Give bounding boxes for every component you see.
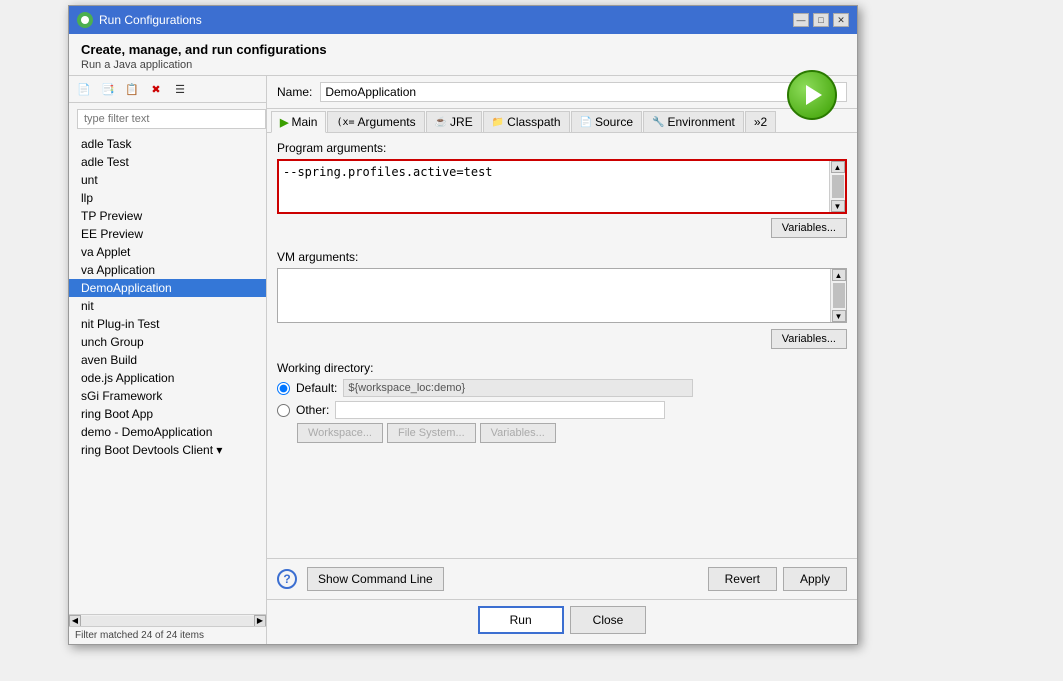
apply-button[interactable]: Apply bbox=[783, 567, 847, 591]
tab-more[interactable]: »2 bbox=[745, 111, 776, 132]
default-radio-row: Default: bbox=[277, 379, 847, 397]
show-cmdline-button[interactable]: Show Command Line bbox=[307, 567, 444, 591]
tab-jre[interactable]: ☕ JRE bbox=[426, 111, 482, 132]
vm-args-area: ▲ ▼ bbox=[277, 268, 847, 323]
right-panel: Name: ▶ Main (x= Arguments ☕ JRE bbox=[267, 76, 857, 644]
scroll-thumb bbox=[832, 175, 844, 198]
other-dir-buttons: Workspace... File System... Variables... bbox=[297, 423, 847, 443]
variables-button-2[interactable]: Variables... bbox=[771, 329, 847, 349]
list-item[interactable]: adle Task bbox=[69, 135, 266, 153]
tab-classpath-label: Classpath bbox=[507, 115, 560, 129]
variables-button-1[interactable]: Variables... bbox=[771, 218, 847, 238]
tab-main[interactable]: ▶ Main bbox=[271, 111, 326, 133]
other-radio-row: Other: bbox=[277, 401, 847, 419]
dialog-bottom: ? Show Command Line Revert Apply bbox=[267, 558, 857, 599]
list-item[interactable]: unch Group bbox=[69, 333, 266, 351]
scroll-thumb2 bbox=[833, 283, 845, 308]
vm-args-input[interactable] bbox=[278, 269, 830, 319]
run-close-row: Run Close bbox=[267, 599, 857, 644]
tab-arguments-label: Arguments bbox=[358, 115, 416, 129]
help-button[interactable]: ? bbox=[277, 569, 297, 589]
vm-args-scrollbar[interactable]: ▲ ▼ bbox=[830, 269, 846, 322]
tab-bar: ▶ Main (x= Arguments ☕ JRE 📁 Classpath bbox=[267, 109, 857, 133]
list-item[interactable]: ring Boot Devtools Client ▾ bbox=[69, 441, 266, 459]
config-list: adle Task adle Test unt llp TP Preview E… bbox=[69, 135, 266, 614]
tab-environment[interactable]: 🔧 Environment bbox=[643, 111, 744, 132]
tab-main-label: Main bbox=[291, 115, 317, 129]
tab-source[interactable]: 📄 Source bbox=[571, 111, 642, 132]
scroll-track bbox=[81, 616, 254, 626]
tab-classpath[interactable]: 📁 Classpath bbox=[483, 111, 570, 132]
filesystem-button[interactable]: File System... bbox=[387, 423, 476, 443]
dialog-titlebar: Run Configurations — □ ✕ bbox=[69, 6, 857, 34]
horizontal-scrollbar[interactable]: ◀ ▶ bbox=[69, 614, 266, 626]
other-radio-label: Other: bbox=[296, 403, 329, 417]
run-icon-area bbox=[787, 70, 837, 120]
run-config-icon bbox=[77, 12, 93, 28]
tab-source-label: Source bbox=[595, 115, 633, 129]
list-item-selected[interactable]: DemoApplication bbox=[69, 279, 266, 297]
workspace-button[interactable]: Workspace... bbox=[297, 423, 383, 443]
working-dir-label: Working directory: bbox=[277, 361, 847, 375]
tab-content-main: Program arguments: --spring.profiles.act… bbox=[267, 133, 857, 558]
variables-button-3[interactable]: Variables... bbox=[480, 423, 556, 443]
list-item[interactable]: nit bbox=[69, 297, 266, 315]
scroll-left-button[interactable]: ◀ bbox=[69, 615, 81, 627]
tab-arguments[interactable]: (x= Arguments bbox=[327, 111, 424, 132]
default-radio[interactable] bbox=[277, 382, 290, 395]
scroll-up-arrow2[interactable]: ▲ bbox=[832, 269, 846, 281]
left-toolbar: 📄 📑 📋 ✖ ☰ bbox=[69, 76, 266, 103]
tab-jre-label: JRE bbox=[450, 115, 473, 129]
close-window-button[interactable]: ✕ bbox=[833, 13, 849, 27]
other-dir-input[interactable] bbox=[335, 401, 665, 419]
tab-environment-label: Environment bbox=[667, 115, 734, 129]
revert-button[interactable]: Revert bbox=[708, 567, 777, 591]
program-args-input[interactable]: --spring.profiles.active=test bbox=[279, 161, 829, 206]
close-button[interactable]: Close bbox=[570, 606, 647, 634]
delete-config-button[interactable]: ✖ bbox=[145, 79, 167, 99]
duplicate-config-button[interactable]: 📑 bbox=[97, 79, 119, 99]
name-row: Name: bbox=[267, 76, 857, 109]
list-item[interactable]: unt bbox=[69, 171, 266, 189]
left-panel: 📄 📑 📋 ✖ ☰ adle Task adle Test unt llp TP… bbox=[69, 76, 267, 644]
minimize-button[interactable]: — bbox=[793, 13, 809, 27]
name-label: Name: bbox=[277, 85, 312, 99]
collapse-all-button[interactable]: ☰ bbox=[169, 79, 191, 99]
filter-input[interactable] bbox=[77, 109, 266, 129]
default-dir-input bbox=[343, 379, 693, 397]
list-item[interactable]: nit Plug-in Test bbox=[69, 315, 266, 333]
program-args-label: Program arguments: bbox=[277, 141, 847, 155]
list-item[interactable]: adle Test bbox=[69, 153, 266, 171]
maximize-button[interactable]: □ bbox=[813, 13, 829, 27]
scroll-down-arrow[interactable]: ▼ bbox=[831, 200, 845, 212]
new-config-button[interactable]: 📄 bbox=[73, 79, 95, 99]
list-item[interactable]: va Applet bbox=[69, 243, 266, 261]
list-item[interactable]: sGi Framework bbox=[69, 387, 266, 405]
list-item[interactable]: demo - DemoApplication bbox=[69, 423, 266, 441]
filter-status: Filter matched 24 of 24 items bbox=[69, 626, 266, 644]
list-item[interactable]: ode.js Application bbox=[69, 369, 266, 387]
scroll-up-arrow[interactable]: ▲ bbox=[831, 161, 845, 173]
name-input[interactable] bbox=[320, 82, 847, 102]
program-args-area: --spring.profiles.active=test ▲ ▼ bbox=[277, 159, 847, 214]
list-item[interactable]: aven Build bbox=[69, 351, 266, 369]
tab-more-label: »2 bbox=[754, 115, 767, 129]
dialog-subtitle: Create, manage, and run configurations bbox=[81, 42, 845, 57]
dialog-title: Run Configurations bbox=[99, 13, 202, 27]
list-item[interactable]: ring Boot App bbox=[69, 405, 266, 423]
run-button[interactable]: Run bbox=[478, 606, 564, 634]
export-config-button[interactable]: 📋 bbox=[121, 79, 143, 99]
other-radio[interactable] bbox=[277, 404, 290, 417]
default-radio-label: Default: bbox=[296, 381, 337, 395]
dialog-description: Run a Java application bbox=[81, 59, 845, 71]
prog-args-scrollbar[interactable]: ▲ ▼ bbox=[829, 161, 845, 212]
vm-args-label: VM arguments: bbox=[277, 250, 847, 264]
run-large-icon bbox=[787, 70, 837, 120]
list-item[interactable]: EE Preview bbox=[69, 225, 266, 243]
scroll-right-button[interactable]: ▶ bbox=[254, 615, 266, 627]
list-item[interactable]: llp bbox=[69, 189, 266, 207]
scroll-down-arrow2[interactable]: ▼ bbox=[832, 310, 846, 322]
list-item[interactable]: va Application bbox=[69, 261, 266, 279]
list-item[interactable]: TP Preview bbox=[69, 207, 266, 225]
